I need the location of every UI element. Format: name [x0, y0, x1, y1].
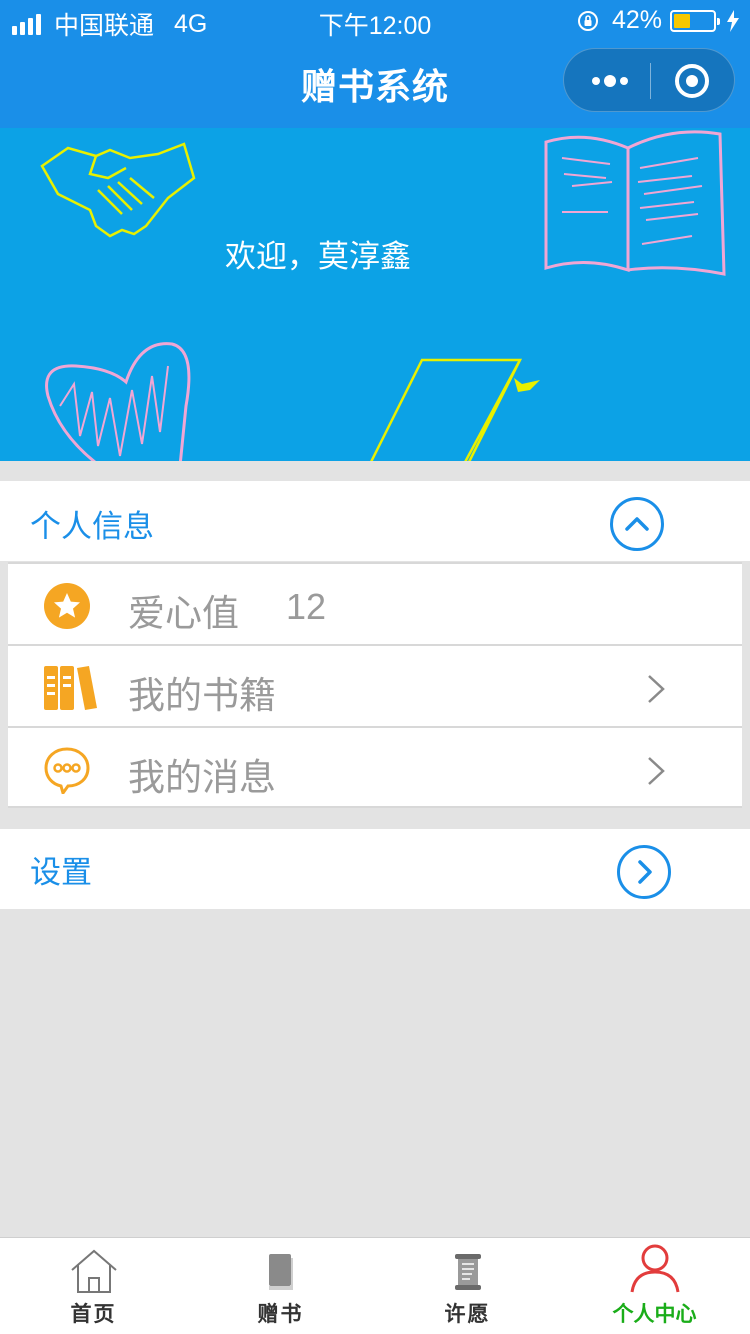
chevron-right-circle-icon[interactable] — [617, 845, 671, 899]
heart-icon — [45, 342, 191, 461]
tab-personal-center[interactable]: 个人中心 — [561, 1238, 748, 1334]
status-bar: 中国联通 4G 下午12:00 42% — [0, 0, 750, 40]
battery-level — [674, 13, 690, 28]
books-icon — [44, 666, 97, 710]
settings-title: 设置 — [30, 855, 92, 890]
welcome-text: 欢迎，莫淳鑫 — [225, 239, 411, 274]
battery-percent: 42% — [611, 6, 662, 34]
handshake-icon — [40, 142, 196, 238]
more-icon[interactable] — [590, 71, 630, 91]
tab-label: 赠书 — [257, 1303, 304, 1326]
capsule-divider — [650, 63, 651, 99]
open-book-icon — [544, 130, 726, 276]
list-item-label: 我的消息 — [128, 757, 276, 798]
list-item-label: 我的书籍 — [128, 675, 276, 716]
chat-bubble-icon — [44, 747, 90, 794]
chevron-up-circle-icon[interactable] — [610, 497, 664, 551]
tab-wish[interactable]: 许愿 — [374, 1238, 561, 1334]
status-right: 42% — [576, 6, 740, 35]
battery-icon — [670, 9, 720, 32]
tab-gift-book[interactable]: 赠书 — [187, 1238, 374, 1334]
tab-bar: 首页 赠书 许愿 个人中心 — [0, 1237, 750, 1334]
love-points-value: 12 — [286, 586, 327, 627]
mini-program-capsule — [563, 48, 735, 112]
chevron-right-icon — [648, 675, 665, 703]
settings-row[interactable]: 设置 — [0, 829, 750, 909]
welcome-banner: 欢迎，莫淳鑫 — [0, 128, 750, 461]
list-item-my-messages[interactable]: 我的消息 — [8, 728, 742, 808]
tab-label: 许愿 — [444, 1303, 491, 1326]
nav-bar: 赠书系统 — [0, 40, 750, 128]
tab-label: 首页 — [70, 1303, 117, 1326]
list-item-my-books[interactable]: 我的书籍 — [8, 646, 742, 726]
list-item-label: 爱心值 — [128, 593, 239, 634]
scroll-icon — [454, 1254, 481, 1290]
tab-label: 个人中心 — [612, 1303, 697, 1326]
list-item-love-points: 爱心值 12 — [8, 564, 742, 644]
closed-book-icon — [370, 358, 540, 461]
book-icon — [268, 1254, 293, 1290]
star-badge-icon — [44, 583, 90, 629]
personal-info-title: 个人信息 — [30, 509, 154, 544]
close-mini-program-icon[interactable] — [674, 63, 710, 99]
chevron-right-icon — [648, 757, 665, 785]
charging-icon — [727, 9, 739, 32]
personal-info-list: 爱心值 12 我的书籍 我的消息 — [8, 562, 742, 808]
orientation-lock-icon — [577, 10, 598, 31]
personal-info-header[interactable]: 个人信息 — [0, 481, 750, 561]
person-icon — [630, 1244, 679, 1293]
home-icon — [70, 1249, 117, 1293]
tab-home[interactable]: 首页 — [0, 1238, 187, 1334]
